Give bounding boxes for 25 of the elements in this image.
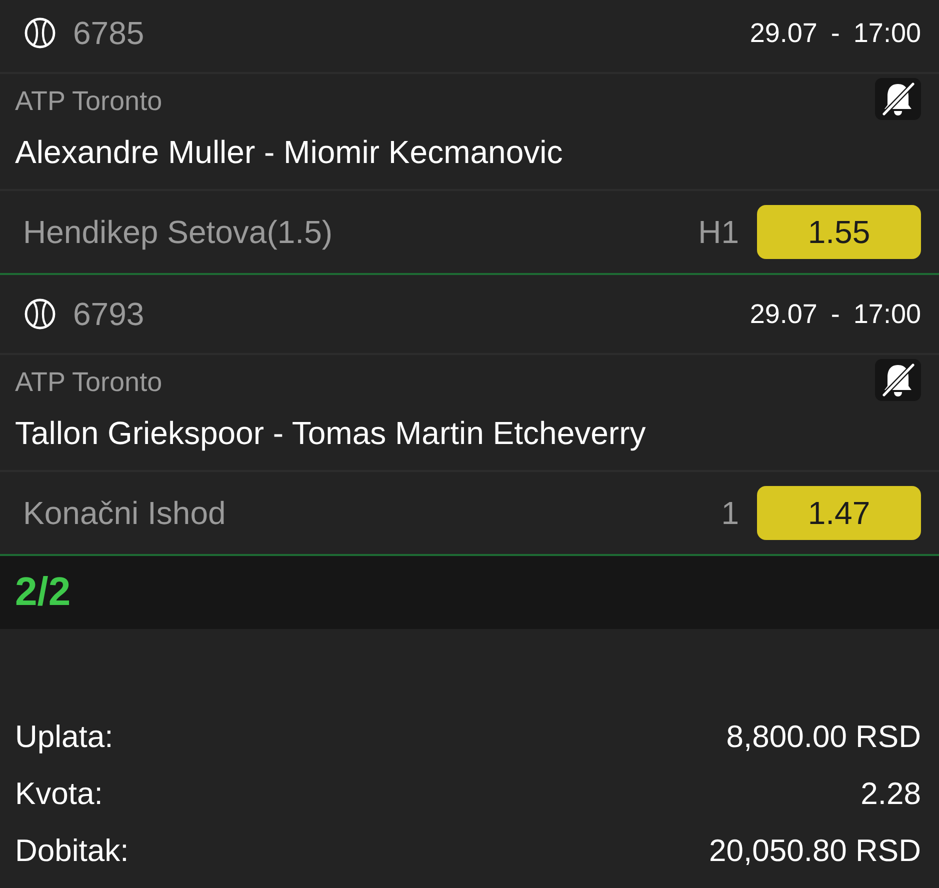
match-title: Tallon Griekspoor - Tomas Martin Etcheverry: [15, 415, 646, 452]
total-label: Uplata:: [15, 718, 114, 754]
odds-button[interactable]: 1.55: [757, 205, 921, 259]
tennis-ball-icon: [24, 298, 56, 330]
total-label: Kvota:: [15, 776, 103, 812]
event-number: 6793: [73, 296, 144, 332]
bell-off-icon[interactable]: [875, 78, 921, 120]
total-value: 2.28: [860, 776, 921, 812]
event-datetime: 29.07 - 17:00: [750, 18, 921, 48]
odds-button[interactable]: 1.47: [757, 486, 921, 540]
pick-label: H1: [698, 214, 739, 250]
selection-count: 2/2: [15, 570, 71, 615]
total-value: 20,050.80 RSD: [709, 832, 921, 868]
event-datetime: 29.07 - 17:00: [750, 298, 921, 330]
league-name: ATP Toronto: [15, 366, 162, 398]
market-name: Konačni Ishod: [23, 494, 227, 532]
event-number: 6785: [73, 14, 144, 52]
market-name: Hendikep Setova(1.5): [23, 214, 334, 250]
total-label: Dobitak:: [15, 832, 129, 868]
match-title: Alexandre Muller - Miomir Kecmanovic: [15, 134, 563, 171]
pick-label: 1: [721, 494, 739, 532]
total-value: 8,800.00 RSD: [726, 718, 921, 754]
league-name: ATP Toronto: [15, 85, 162, 117]
bell-off-icon[interactable]: [875, 359, 921, 401]
tennis-ball-icon: [24, 17, 56, 49]
